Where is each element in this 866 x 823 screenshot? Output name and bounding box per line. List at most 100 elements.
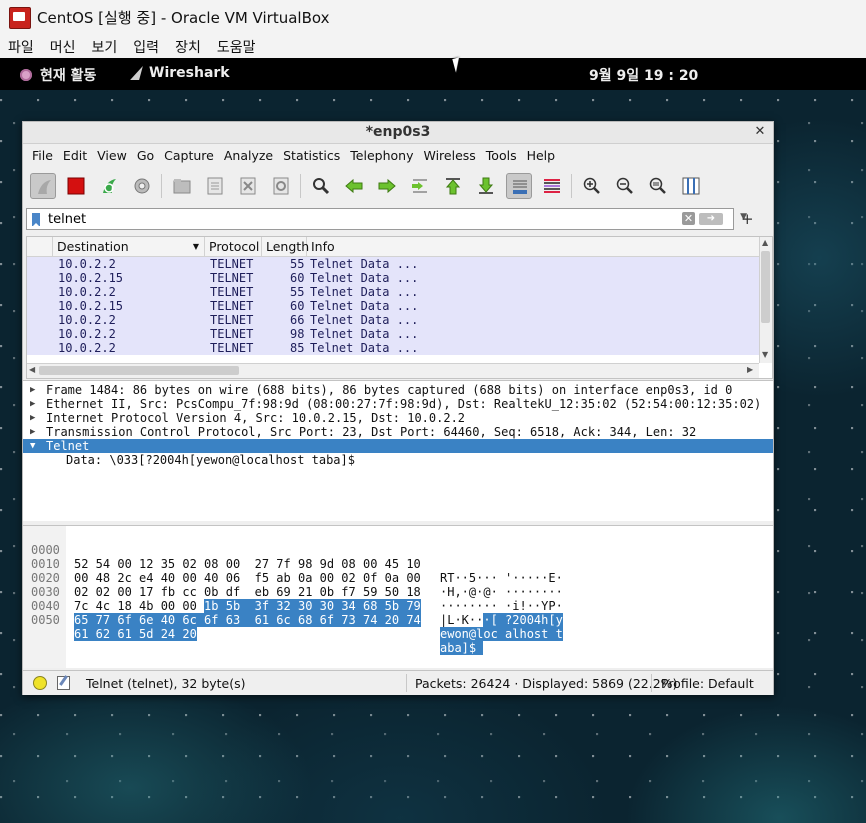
menu-go[interactable]: Go xyxy=(137,148,154,163)
open-file-icon[interactable] xyxy=(169,173,195,199)
detail-row-ethernet[interactable]: ▶ Ethernet II, Src: PcsCompu_7f:98:9d (08… xyxy=(23,397,773,411)
expand-arrow-icon[interactable]: ▶ xyxy=(30,411,35,425)
packet-row[interactable]: 10.0.2.2 TELNET 85 Telnet Data ... xyxy=(27,341,759,355)
activities-label: 현재 활동 xyxy=(40,68,97,84)
menu-telephony[interactable]: Telephony xyxy=(350,148,413,163)
detail-row-telnet[interactable]: ▼ Telnet xyxy=(23,439,773,453)
scroll-left-icon[interactable]: ◀ xyxy=(29,365,35,374)
scroll-up-icon[interactable]: ▲ xyxy=(762,238,768,247)
host-menu-bar: 파일 머신 보기 입력 장치 도움말 xyxy=(0,35,866,58)
status-separator xyxy=(406,674,407,692)
packet-bytes: 0000 52 54 00 12 35 02 08 00 27 7f 98 9d… xyxy=(23,525,773,668)
packet-list-vertical-scrollbar[interactable]: ▲ ▼ xyxy=(759,237,772,363)
bytes-row[interactable]: 0040 65 77 6f 6e 40 6c 6f 63 61 6c 68 6f… xyxy=(23,585,773,641)
detail-row-frame[interactable]: ▶ Frame 1484: 86 bytes on wire (688 bits)… xyxy=(23,383,773,397)
host-menu-file[interactable]: 파일 xyxy=(8,37,34,57)
highlighted-ascii: ·[ ?2004h[y xyxy=(483,613,563,627)
col-spacer xyxy=(27,237,53,256)
bytes-row[interactable]: 0020 02 02 00 17 fb cc 0b df eb 69 21 0b… xyxy=(23,557,773,613)
go-back-icon[interactable] xyxy=(341,173,367,199)
host-menu-machine[interactable]: 머신 xyxy=(50,37,76,57)
close-file-icon[interactable] xyxy=(235,173,261,199)
scroll-thumb[interactable] xyxy=(39,366,239,375)
capture-comment-icon[interactable] xyxy=(57,676,70,690)
add-filter-button-icon[interactable]: + xyxy=(741,210,754,228)
menu-wireless[interactable]: Wireless xyxy=(423,148,475,163)
col-length[interactable]: Length xyxy=(262,237,309,256)
display-filter-input[interactable]: telnet xyxy=(48,212,86,227)
virtualbox-app-icon xyxy=(9,6,31,29)
host-menu-view[interactable]: 보기 xyxy=(92,37,118,57)
packet-row[interactable]: 10.0.2.2 TELNET 55 Telnet Data ... xyxy=(27,285,759,299)
last-packet-icon[interactable] xyxy=(473,173,499,199)
menu-analyze[interactable]: Analyze xyxy=(224,148,273,163)
host-menu-input[interactable]: 입력 xyxy=(133,37,159,57)
clear-filter-icon[interactable]: ✕ xyxy=(682,212,695,225)
host-menu-help[interactable]: 도움말 xyxy=(217,37,256,57)
packet-row[interactable]: 10.0.2.2 TELNET 66 Telnet Data ... xyxy=(27,313,759,327)
apply-filter-icon[interactable]: ➜ xyxy=(699,213,723,225)
expand-arrow-icon[interactable]: ▶ xyxy=(30,383,35,397)
bytes-row[interactable]: 0000 52 54 00 12 35 02 08 00 27 7f 98 9d… xyxy=(23,529,773,585)
packet-row[interactable]: 10.0.2.2 TELNET 98 Telnet Data ... xyxy=(27,327,759,341)
menu-file[interactable]: File xyxy=(32,148,53,163)
activities-button[interactable]: 현재 활동 xyxy=(20,65,96,85)
clock[interactable]: 9월 9일 19 : 20 xyxy=(589,65,698,85)
collapse-arrow-icon[interactable]: ▼ xyxy=(30,439,35,453)
autoscroll-icon[interactable] xyxy=(506,173,532,199)
close-icon[interactable]: ✕ xyxy=(753,125,767,139)
status-profile[interactable]: Profile: Default xyxy=(661,676,754,691)
expert-info-icon[interactable] xyxy=(33,676,47,690)
app-menu-button[interactable]: Wireshark xyxy=(130,65,230,81)
menu-statistics[interactable]: Statistics xyxy=(283,148,340,163)
packet-row[interactable]: 10.0.2.15 TELNET 60 Telnet Data ... xyxy=(27,299,759,313)
save-file-icon[interactable] xyxy=(202,173,228,199)
toolbar-separator xyxy=(571,174,572,198)
scroll-down-icon[interactable]: ▼ xyxy=(762,350,768,359)
wireshark-icon xyxy=(130,66,143,80)
capture-options-icon[interactable] xyxy=(129,173,155,199)
menu-edit[interactable]: Edit xyxy=(63,148,87,163)
bytes-row[interactable]: 0030 7c 4c 18 4b 00 00 1b 5b 3f 32 30 30… xyxy=(23,571,773,627)
menu-capture[interactable]: Capture xyxy=(164,148,214,163)
packet-list-horizontal-scrollbar[interactable]: ◀ ▶ xyxy=(27,363,759,378)
colorize-icon[interactable] xyxy=(539,173,565,199)
scroll-thumb[interactable] xyxy=(761,251,770,323)
col-destination[interactable]: Destination ▼ xyxy=(53,237,205,256)
packet-row[interactable]: 10.0.2.15 TELNET 60 Telnet Data ... xyxy=(27,271,759,285)
first-packet-icon[interactable] xyxy=(440,173,466,199)
col-protocol[interactable]: Protocol xyxy=(205,237,262,256)
shark-fin-start-icon[interactable] xyxy=(30,173,56,199)
zoom-normal-icon[interactable] xyxy=(645,173,671,199)
expand-arrow-icon[interactable]: ▶ xyxy=(30,425,35,439)
main-toolbar xyxy=(23,167,773,205)
restart-capture-icon[interactable] xyxy=(96,173,122,199)
host-menu-devices[interactable]: 장치 xyxy=(175,37,201,57)
detail-row-telnet-data[interactable]: Data: \033[?2004h[yewon@localhost taba]$ xyxy=(23,453,773,467)
menu-view[interactable]: View xyxy=(97,148,127,163)
col-info[interactable]: Info xyxy=(307,237,759,256)
zoom-in-icon[interactable] xyxy=(579,173,605,199)
bytes-row[interactable]: 0050 61 62 61 5d 24 20 aba]$ xyxy=(23,599,773,655)
expand-arrow-icon[interactable]: ▶ xyxy=(30,397,35,411)
menu-tools[interactable]: Tools xyxy=(486,148,517,163)
resize-columns-icon[interactable] xyxy=(678,173,704,199)
packet-row[interactable]: 10.0.2.2 TELNET 55 Telnet Data ... xyxy=(27,257,759,271)
highlighted-bytes: 65 77 6f 6e 40 6c 6f 63 61 6c 68 6f 73 7… xyxy=(74,613,421,627)
zoom-out-icon[interactable] xyxy=(612,173,638,199)
go-to-packet-icon[interactable] xyxy=(407,173,433,199)
highlighted-ascii: ewon@loc alhost t xyxy=(440,627,563,641)
detail-row-tcp[interactable]: ▶ Transmission Control Protocol, Src Port… xyxy=(23,425,773,439)
host-title-bar: CentOS [실행 중] - Oracle VM VirtualBox xyxy=(0,0,866,35)
app-menu-label: Wireshark xyxy=(149,65,230,81)
go-forward-icon[interactable] xyxy=(374,173,400,199)
find-packet-icon[interactable] xyxy=(308,173,334,199)
stop-capture-icon[interactable] xyxy=(63,173,89,199)
filter-bookmark-icon[interactable] xyxy=(32,212,40,227)
bytes-row[interactable]: 0010 00 48 2c e4 40 00 40 06 f5 ab 0a 00… xyxy=(23,543,773,599)
scroll-right-icon[interactable]: ▶ xyxy=(747,365,753,374)
detail-row-ip[interactable]: ▶ Internet Protocol Version 4, Src: 10.0.… xyxy=(23,411,773,425)
menu-help[interactable]: Help xyxy=(527,148,556,163)
reload-file-icon[interactable] xyxy=(268,173,294,199)
status-separator xyxy=(651,674,652,692)
